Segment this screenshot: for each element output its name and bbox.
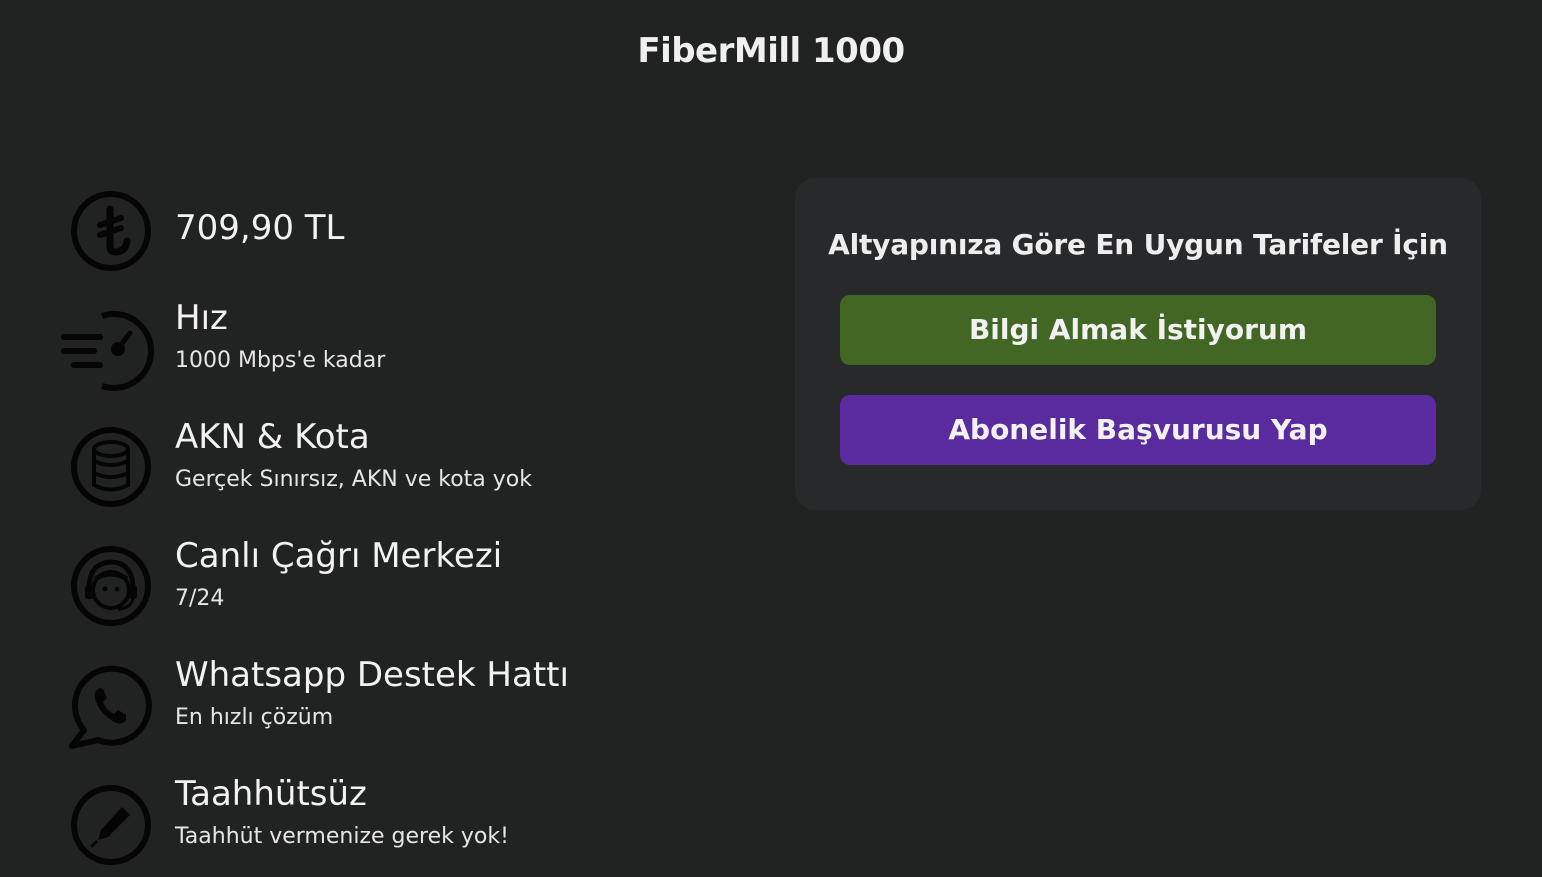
database-icon — [60, 422, 160, 516]
price-value: 709,90 TL — [175, 208, 345, 248]
call-center-subtitle: 7/24 — [175, 586, 225, 611]
feature-no-commitment: Taahhütsüz Taahhüt vermenize gerek yok! — [60, 774, 760, 874]
quota-subtitle: Gerçek Sınırsız, AKN ve kota yok — [175, 467, 533, 492]
cta-title: Altyapınıza Göre En Uygun Tarifeler İçin — [828, 228, 1448, 261]
subscribe-button[interactable]: Abonelik Başvurusu Yap — [840, 395, 1436, 465]
cta-card: Altyapınıza Göre En Uygun Tarifeler İçin… — [795, 178, 1481, 510]
whatsapp-icon — [60, 660, 160, 754]
speed-subtitle: 1000 Mbps'e kadar — [175, 348, 386, 373]
page-title: FiberMill 1000 — [637, 31, 905, 71]
speed-title: Hız — [175, 298, 228, 338]
feature-quota: AKN & Kota Gerçek Sınırsız, AKN ve kota … — [60, 417, 760, 517]
whatsapp-title: Whatsapp Destek Hattı — [175, 655, 569, 695]
feature-speed: Hız 1000 Mbps'e kadar — [60, 298, 760, 398]
feature-whatsapp: Whatsapp Destek Hattı En hızlı çözüm — [60, 655, 760, 755]
pen-icon — [60, 779, 160, 873]
lira-coin-icon — [60, 185, 160, 279]
no-commitment-title: Taahhütsüz — [175, 774, 367, 814]
info-request-button[interactable]: Bilgi Almak İstiyorum — [840, 295, 1436, 365]
no-commitment-subtitle: Taahhüt vermenize gerek yok! — [175, 824, 509, 849]
speedometer-icon — [60, 303, 160, 397]
whatsapp-subtitle: En hızlı çözüm — [175, 705, 334, 730]
feature-price: 709,90 TL — [60, 180, 760, 280]
feature-call-center: Canlı Çağrı Merkezi 7/24 — [60, 536, 760, 636]
headset-agent-icon — [60, 541, 160, 635]
call-center-title: Canlı Çağrı Merkezi — [175, 536, 503, 576]
quota-title: AKN & Kota — [175, 417, 370, 457]
